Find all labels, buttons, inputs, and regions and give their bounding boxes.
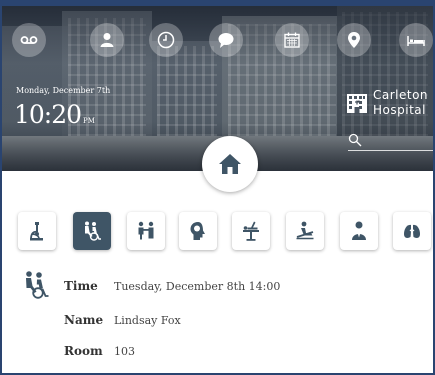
detail-name-label: Name xyxy=(64,313,104,327)
detail-time-label: Time xyxy=(64,279,98,293)
bed-icon[interactable] xyxy=(399,23,433,57)
detail-name-value: Lindsay Fox xyxy=(114,314,181,327)
detail-room-label: Room xyxy=(64,344,103,358)
home-icon xyxy=(219,154,241,174)
current-date: Monday, December 7th xyxy=(16,86,111,95)
search-icon xyxy=(348,133,362,147)
category-lungs[interactable] xyxy=(393,212,431,250)
current-time: 10:20 PM xyxy=(14,100,95,129)
top-nav-icons xyxy=(12,23,433,63)
wheelchair-assist-icon xyxy=(85,221,101,241)
hospital-name-line2: Hospital xyxy=(373,103,426,117)
search-field[interactable] xyxy=(348,131,433,151)
detail-room-value: 103 xyxy=(114,345,135,358)
clock-icon[interactable] xyxy=(149,23,183,57)
patient-rest-icon xyxy=(296,221,314,240)
am-pm-indicator: PM xyxy=(83,117,95,125)
location-pin-icon[interactable] xyxy=(337,23,371,57)
calendar-icon[interactable] xyxy=(275,23,309,57)
surgery-icon xyxy=(243,221,259,241)
person-icon[interactable] xyxy=(90,23,124,57)
detail-name-row: Name Lindsay Fox xyxy=(64,313,181,327)
lungs-icon xyxy=(404,222,420,238)
head-brain-icon xyxy=(190,222,205,240)
voicemail-icon[interactable] xyxy=(12,23,46,57)
category-tiles xyxy=(18,212,431,250)
detail-time-value: Tuesday, December 8th 14:00 xyxy=(114,280,281,293)
hospital-name-line1: Carleton xyxy=(373,88,429,102)
consult-icon xyxy=(138,221,154,240)
doctor-icon xyxy=(352,221,366,240)
category-consult[interactable] xyxy=(127,212,165,250)
category-surgery[interactable] xyxy=(232,212,270,250)
category-wheelchair-assist[interactable] xyxy=(73,212,111,250)
category-head-brain[interactable] xyxy=(179,212,217,250)
detail-time-row: Time Tuesday, December 8th 14:00 xyxy=(64,279,280,293)
hospital-building-icon xyxy=(347,94,367,113)
wheelchair-assist-detail-icon xyxy=(26,271,49,299)
hospital-brand: Carleton Hospital xyxy=(346,88,428,118)
chat-icon[interactable] xyxy=(209,23,243,57)
category-patient-rest[interactable] xyxy=(286,212,324,250)
detail-room-row: Room 103 xyxy=(64,344,135,358)
home-button[interactable] xyxy=(202,136,258,192)
microscope-icon xyxy=(30,222,43,241)
category-doctor[interactable] xyxy=(340,212,378,250)
app-frame: Monday, December 7th 10:20 PM Carleton Ho… xyxy=(0,0,435,375)
category-microscope[interactable] xyxy=(18,212,56,250)
